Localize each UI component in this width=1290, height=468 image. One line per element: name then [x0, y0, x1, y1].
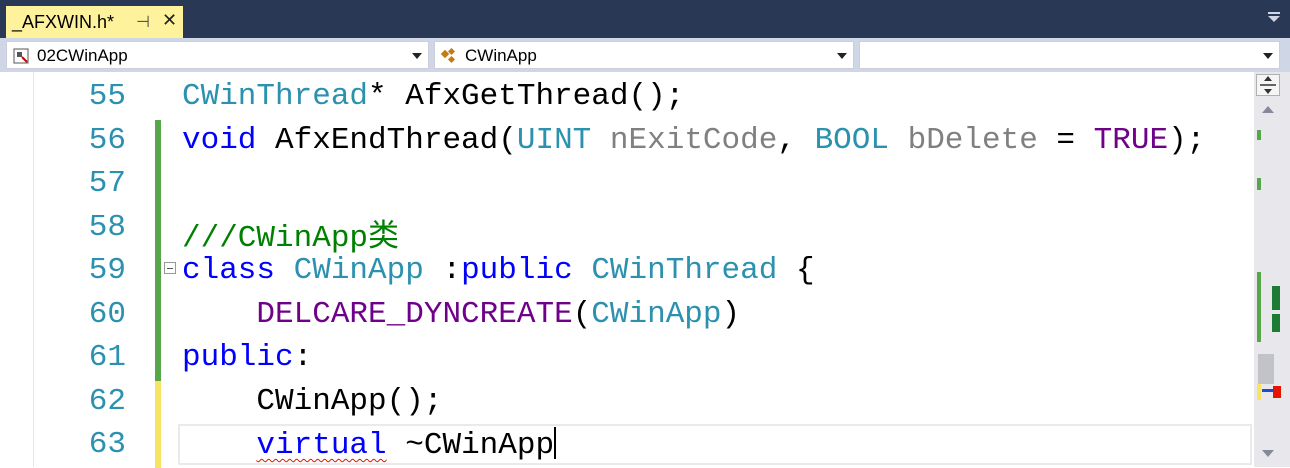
line-number: 56 — [88, 122, 126, 158]
code-line[interactable]: 55 CWinThread* AfxGetThread(); — [0, 76, 1254, 120]
document-tab[interactable]: _AFXWIN.h* ⊣ ✕ — [6, 6, 183, 38]
code-line[interactable]: 56 void AfxEndThread(UINT nExitCode, BOOL… — [0, 119, 1254, 163]
tab-overflow-dropdown-icon[interactable] — [1268, 12, 1280, 22]
change-indicator — [155, 206, 161, 250]
scroll-marker — [1272, 314, 1280, 332]
type-combo-label: CWinApp — [465, 46, 537, 65]
code-text: public: — [182, 340, 312, 375]
line-number: 61 — [88, 340, 126, 375]
code-line[interactable]: 58 ///CWinApp类 — [0, 206, 1254, 256]
chevron-down-icon — [412, 53, 422, 59]
collapse-icon[interactable] — [164, 262, 176, 274]
split-window-button[interactable] — [1256, 74, 1280, 96]
line-number: 59 — [88, 253, 126, 288]
code-token: nExitCode — [609, 122, 778, 158]
code-token: public — [182, 340, 294, 375]
code-line[interactable]: 57 — [0, 163, 1254, 207]
change-indicator — [155, 250, 161, 294]
code-line[interactable]: 62 CWinApp(); — [0, 380, 1254, 424]
code-token: CWinThread — [591, 253, 778, 288]
type-combo[interactable]: CWinApp — [434, 41, 854, 69]
code-token: bDelete — [907, 122, 1038, 158]
code-token: * AfxGetThread(); — [368, 79, 685, 114]
class-icon — [441, 48, 456, 64]
code-token: public — [461, 253, 573, 288]
code-text: void AfxEndThread(UINT nExitCode, BOOL b… — [182, 123, 1205, 158]
code-token: class — [182, 253, 276, 288]
code-token: CWinApp(); — [182, 383, 443, 419]
code-token: CWinThread — [182, 79, 369, 114]
chevron-down-icon — [1263, 53, 1273, 59]
code-token: BOOL — [814, 122, 889, 158]
code-token: { — [777, 253, 815, 288]
change-indicator — [155, 424, 161, 468]
change-indicator — [155, 293, 161, 337]
code-token: CWinApp — [293, 253, 424, 288]
code-editor[interactable]: 55 CWinThread* AfxGetThread(); 56 void AfxE… — [0, 72, 1254, 468]
line-number: 62 — [88, 383, 126, 419]
code-line[interactable]: 63 virtual ~CWinApp — [0, 424, 1254, 468]
change-indicator — [155, 380, 161, 424]
code-line[interactable]: 59 class CWinApp :public CWinThread { — [0, 250, 1254, 294]
scrollbar-thumb[interactable] — [1258, 354, 1274, 384]
project-combo[interactable]: 02CWinApp — [6, 41, 429, 69]
line-number: 58 — [88, 209, 126, 245]
line-number: 60 — [88, 296, 126, 332]
code-text: DELCARE_DYNCREATE(CWinApp) — [182, 297, 740, 332]
code-token: CWinApp — [591, 296, 722, 332]
code-token: ); — [1168, 122, 1206, 158]
code-token: AfxEndThread( — [256, 122, 517, 158]
navigation-bar: 02CWinApp CWinApp — [0, 38, 1290, 72]
line-number: 55 — [88, 79, 126, 114]
line-number: 63 — [88, 427, 126, 462]
close-icon[interactable]: ✕ — [162, 10, 177, 31]
code-token: virtual — [256, 428, 387, 463]
member-combo[interactable] — [859, 41, 1280, 69]
tab-title: _AFXWIN.h* — [12, 12, 115, 32]
code-token: = — [1037, 122, 1094, 158]
code-token: ) — [721, 296, 741, 332]
scroll-marker — [1257, 178, 1261, 190]
change-indicator — [155, 337, 161, 381]
code-text: CWinThread* AfxGetThread(); — [182, 79, 684, 114]
scroll-down-icon[interactable] — [1262, 450, 1274, 457]
scroll-marker — [1257, 130, 1261, 140]
code-token: : — [293, 340, 313, 375]
scroll-marker — [1257, 272, 1261, 342]
text-caret — [554, 427, 557, 459]
line-number: 57 — [88, 166, 126, 201]
code-token: : — [423, 253, 462, 288]
error-marker — [1273, 386, 1281, 398]
project-combo-label: 02CWinApp — [37, 46, 128, 65]
code-token: UINT — [516, 122, 592, 158]
code-text: virtual ~CWinApp — [182, 427, 557, 463]
code-text: CWinApp(); — [182, 384, 442, 419]
project-icon — [13, 48, 29, 64]
code-line[interactable]: 60 DELCARE_DYNCREATE(CWinApp) — [0, 293, 1254, 337]
code-token: void — [182, 122, 257, 158]
code-token: , — [777, 122, 815, 158]
code-line[interactable]: 61 public: — [0, 337, 1254, 381]
code-token: ( — [572, 296, 592, 332]
scroll-marker — [1272, 286, 1280, 310]
change-indicator — [155, 163, 161, 207]
code-token: ~CWinApp — [386, 428, 555, 463]
document-tab-strip: _AFXWIN.h* ⊣ ✕ — [0, 0, 1290, 38]
code-token: DELCARE_DYNCREATE — [256, 296, 573, 332]
chevron-down-icon — [837, 53, 847, 59]
code-text: ///CWinApp类 — [182, 210, 399, 256]
change-indicator — [155, 119, 161, 163]
scroll-up-icon[interactable] — [1262, 106, 1274, 113]
pin-icon[interactable]: ⊣ — [136, 12, 150, 32]
code-token: TRUE — [1093, 122, 1169, 158]
scroll-marker — [1257, 384, 1261, 400]
split-icon — [1260, 76, 1276, 94]
code-text: class CWinApp :public CWinThread { — [182, 253, 815, 288]
